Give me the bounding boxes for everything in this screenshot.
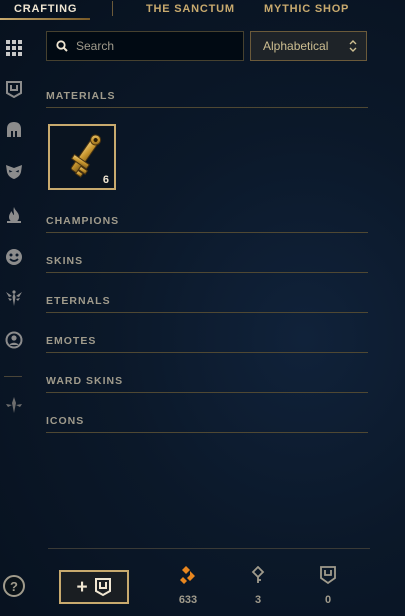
section-champions[interactable]: CHAMPIONS	[46, 215, 368, 235]
item-count: 6	[102, 174, 109, 186]
sidebar-divider	[4, 376, 22, 377]
grid-icon[interactable]	[5, 39, 23, 57]
search-input[interactable]	[74, 38, 238, 54]
ward-icon[interactable]	[5, 80, 23, 98]
section-title: MATERIALS	[46, 90, 116, 102]
tab-crafting[interactable]: CRAFTING	[14, 3, 77, 15]
profile-icon[interactable]	[5, 331, 23, 349]
section-title: ETERNALS	[46, 295, 111, 307]
material-item-hextech-key[interactable]: 6	[48, 124, 116, 190]
search-box[interactable]	[46, 31, 244, 61]
hextech-key-icon	[60, 130, 106, 191]
add-label: +	[76, 576, 88, 598]
section-rule	[46, 232, 368, 233]
section-rule	[46, 272, 368, 273]
search-icon	[56, 40, 68, 52]
section-rule	[46, 352, 368, 353]
section-rule	[46, 107, 368, 108]
section-title: EMOTES	[46, 335, 97, 347]
nav-divider	[112, 1, 113, 16]
section-rule	[46, 312, 368, 313]
section-materials[interactable]: MATERIALS	[46, 90, 368, 110]
ward-token-value: 0	[324, 594, 332, 606]
section-icons[interactable]: ICONS	[46, 415, 368, 435]
section-ward-skins[interactable]: WARD SKINS	[46, 375, 368, 395]
orange-essence-icon	[180, 566, 196, 584]
eternals-icon[interactable]	[5, 289, 23, 307]
section-rule	[46, 432, 368, 433]
section-title: WARD SKINS	[46, 375, 124, 387]
mask-icon[interactable]	[5, 162, 23, 180]
active-tab-indicator	[0, 18, 90, 20]
key-fragment-icon	[251, 566, 265, 584]
section-skins[interactable]: SKINS	[46, 255, 368, 275]
currency-key-fragments: 3	[238, 566, 278, 606]
chromas-icon[interactable]	[5, 396, 23, 414]
section-emotes[interactable]: EMOTES	[46, 335, 368, 355]
help-button[interactable]: ?	[3, 575, 25, 597]
section-eternals[interactable]: ETERNALS	[46, 295, 368, 315]
tab-the-sanctum[interactable]: THE SANCTUM	[146, 3, 235, 15]
ward-token-icon	[320, 566, 336, 584]
sort-dropdown-label: Alphabetical	[263, 39, 329, 53]
add-ward-button[interactable]: +	[59, 570, 129, 604]
section-title: CHAMPIONS	[46, 215, 120, 227]
helmet-icon[interactable]	[5, 121, 23, 139]
currency-ward-tokens: 0	[308, 566, 348, 606]
orange-essence-value: 633	[178, 594, 198, 606]
chevron-up-down-icon	[349, 40, 357, 52]
section-rule	[46, 392, 368, 393]
emote-face-icon[interactable]	[5, 248, 23, 266]
help-label: ?	[10, 578, 18, 594]
sort-dropdown[interactable]: Alphabetical	[250, 31, 367, 61]
ward-icon	[94, 577, 112, 597]
currency-orange-essence: 633	[168, 566, 208, 606]
flame-icon[interactable]	[5, 206, 23, 224]
tab-mythic-shop[interactable]: MYTHIC SHOP	[264, 3, 349, 15]
section-title: ICONS	[46, 415, 85, 427]
key-fragment-value: 3	[254, 594, 262, 606]
top-navigation: CRAFTING THE SANCTUM MYTHIC SHOP	[0, 0, 405, 20]
footer-divider	[48, 548, 370, 549]
section-title: SKINS	[46, 255, 84, 267]
